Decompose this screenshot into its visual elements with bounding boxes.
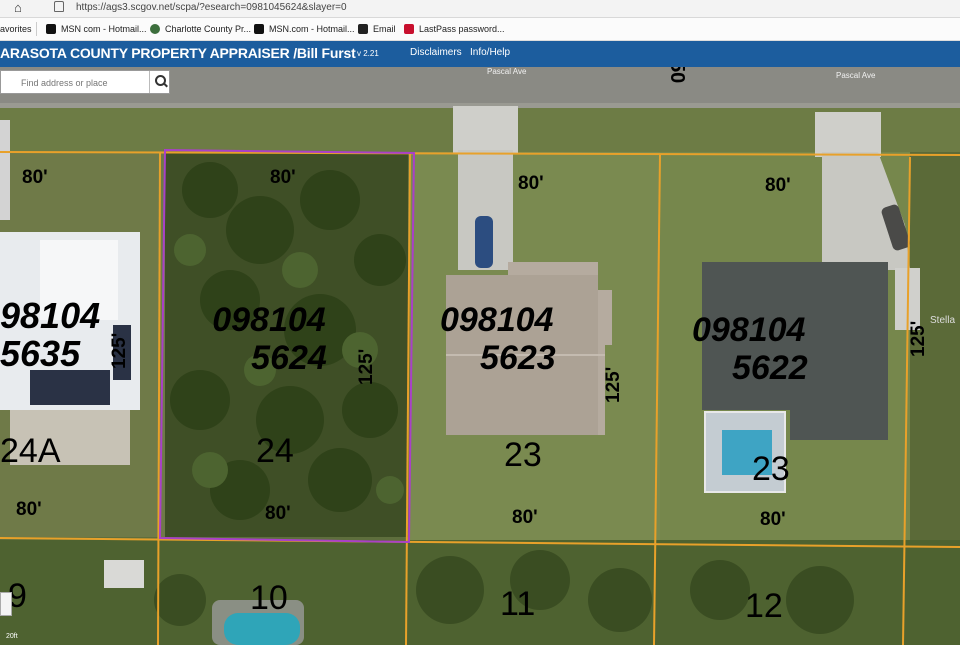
lot-label: 10 <box>250 579 288 617</box>
msn-icon <box>46 24 56 34</box>
dimension-label: 80' <box>518 173 544 194</box>
lot-label: 23 <box>752 450 790 488</box>
bookmark-email[interactable]: Email <box>358 22 396 36</box>
lock-icon <box>54 1 64 12</box>
email-icon <box>358 24 368 34</box>
lot-label: 11 <box>500 585 536 623</box>
info-help-link[interactable]: Info/Help <box>470 47 510 58</box>
parcel-id-5622[interactable]: 098104 5622 <box>692 311 808 387</box>
lot-label: 12 <box>745 587 783 625</box>
bookmark-favorites[interactable]: avorites <box>0 22 32 36</box>
scale-label: 20ft <box>6 633 18 640</box>
search-button[interactable] <box>149 71 171 93</box>
search-box[interactable] <box>0 70 170 94</box>
lastpass-icon <box>404 24 414 34</box>
app-title: ARASOTA COUNTY PROPERTY APPRAISER /Bill … <box>0 45 356 61</box>
dimension-label: 125' <box>109 332 130 369</box>
dimension-label: 80' <box>512 507 538 528</box>
parcel-id-5624[interactable]: 098104 5624 <box>194 301 344 377</box>
lot-label: 24 <box>256 432 294 470</box>
street-label-edge: Stella <box>930 315 956 326</box>
home-icon[interactable]: ⌂ <box>14 0 22 15</box>
search-input[interactable] <box>19 74 145 92</box>
parcel-id-5635[interactable]: 98104 5635 <box>0 297 100 373</box>
dimension-label: 80' <box>265 503 291 524</box>
dimension-label: 125' <box>356 348 377 385</box>
bookmarks-bar: avorites MSN com - Hotmail... Charlotte … <box>0 18 960 41</box>
parcel-id-5623[interactable]: 098104 5623 <box>440 301 556 377</box>
dimension-label: 80' <box>270 167 296 188</box>
bookmark-msn-2[interactable]: MSN.com - Hotmail... <box>254 22 355 36</box>
county-seal-icon <box>150 24 160 34</box>
app-header: ARASOTA COUNTY PROPERTY APPRAISER /Bill … <box>0 41 960 67</box>
car <box>475 216 493 268</box>
map-view[interactable]: Pascal Ave Pascal Ave 50 98104 5635 24A 8… <box>0 67 960 645</box>
disclaimers-link[interactable]: Disclaimers <box>410 47 462 58</box>
street-label: Pascal Ave <box>487 67 527 76</box>
bookmark-lastpass[interactable]: LastPass password... <box>404 22 505 36</box>
dimension-label: 80' <box>760 509 786 530</box>
dimension-label: 80' <box>16 499 42 520</box>
street-number: 50 <box>666 67 688 84</box>
bookmark-charlotte[interactable]: Charlotte County Pr... <box>150 22 251 36</box>
bookmark-msn-1[interactable]: MSN com - Hotmail... <box>46 22 147 36</box>
lot-label: 23 <box>504 436 542 474</box>
dimension-label: 80' <box>765 175 791 196</box>
msn-icon <box>254 24 264 34</box>
browser-url-bar[interactable]: ⌂ https://ags3.scgov.net/scpa/?esearch=0… <box>0 0 960 18</box>
dimension-label: 80' <box>22 167 48 188</box>
app-version: v 2.21 <box>357 49 379 58</box>
lot-label: 24A <box>0 432 61 470</box>
dimension-label: 125' <box>908 320 929 357</box>
dimension-label: 125' <box>603 366 624 403</box>
url-text[interactable]: https://ags3.scgov.net/scpa/?esearch=098… <box>76 1 347 15</box>
street-label: Pascal Ave <box>836 71 876 80</box>
map-control-button[interactable] <box>0 592 12 616</box>
